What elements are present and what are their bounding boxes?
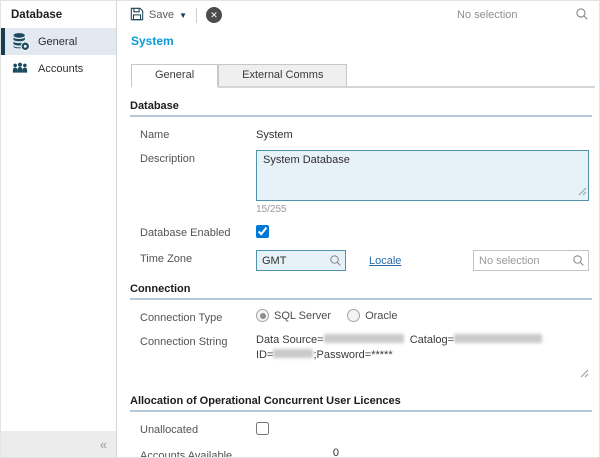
tab-external-comms[interactable]: External Comms [218,64,347,86]
radio-unselected-icon [347,309,360,322]
database-enabled-label: Database Enabled [130,224,256,239]
search-icon[interactable] [575,7,589,24]
section-heading: Database [130,100,592,117]
search-icon[interactable] [329,254,342,270]
toolbar-separator [196,8,197,23]
database-gear-icon [9,32,31,52]
unallocated-checkbox[interactable] [256,422,269,435]
save-label: Save [149,9,174,21]
field-row-unallocated: Unallocated [130,421,592,438]
sidebar-item-label: Accounts [38,63,83,75]
tabs: General External Comms [131,64,595,88]
field-row-accounts-available: Accounts Available 0 [130,447,592,458]
connection-string-line1: Data Source= Catalog= [256,333,589,348]
name-value: System [256,126,589,141]
toolbar: Save ▼ ✕ No selection [118,1,599,27]
toolbar-selection-field[interactable]: No selection [457,7,589,24]
description-label: Description [130,150,256,165]
description-value-area: System Database 15/255 [256,150,589,215]
field-row-connection-string: Connection String Data Source= Catalog= … [130,333,592,383]
connection-string-value: Data Source= Catalog= ID=;Password=***** [256,333,589,383]
connection-string-label: Connection String [130,333,256,348]
radio-option-oracle: Oracle [347,309,397,322]
main-panel: Save ▼ ✕ No selection System General Ext… [118,1,599,457]
page-title: System [131,34,599,48]
save-icon [130,7,144,24]
field-row-description: Description System Database 15/255 [130,150,592,215]
field-row-connection-type: Connection Type SQL Server Oracle [130,309,592,324]
app-window: Database General [0,0,600,458]
unallocated-label: Unallocated [130,421,256,436]
form-content: Database Name System Description System … [118,100,599,458]
section-database: Database Name System Description System … [130,100,592,271]
redacted-text [454,334,542,343]
redacted-text [273,349,313,358]
connection-string-line2: ID=;Password=***** [256,348,589,363]
connection-type-label: Connection Type [130,309,256,324]
accounts-available-value: 0 [256,447,343,458]
char-counter: 15/255 [256,204,589,215]
sidebar-footer: « [1,431,116,457]
section-heading: Connection [130,283,592,300]
save-button[interactable]: Save [130,7,174,24]
field-row-database-enabled: Database Enabled [130,224,592,241]
sidebar-item-general[interactable]: General [1,28,116,55]
accounts-available-label: Accounts Available [130,447,256,458]
section-allocation: Allocation of Operational Concurrent Use… [130,395,592,458]
tab-label: General [155,69,194,81]
save-dropdown-arrow-icon[interactable]: ▼ [179,11,187,20]
tab-general[interactable]: General [131,64,218,88]
close-icon: ✕ [210,11,218,20]
radio-selected-icon [256,309,269,322]
section-heading: Allocation of Operational Concurrent Use… [130,395,592,412]
timezone-label: Time Zone [130,250,256,265]
sidebar-item-label: General [38,36,77,48]
sidebar: Database General [1,1,117,457]
collapse-sidebar-icon[interactable]: « [100,437,107,452]
toolbar-no-selection-text: No selection [457,9,518,21]
field-row-name: Name System [130,126,592,141]
sidebar-item-accounts[interactable]: Accounts [1,55,116,82]
sidebar-header: Database [1,1,116,28]
resize-handle-icon[interactable] [580,368,589,383]
radio-label: SQL Server [274,310,331,322]
redacted-text [324,334,404,343]
radio-option-sql-server: SQL Server [256,309,331,322]
section-connection: Connection Connection Type SQL Server Or… [130,283,592,383]
locale-link[interactable]: Locale [369,255,401,267]
people-icon [9,59,31,79]
search-icon[interactable] [572,254,585,270]
radio-label: Oracle [365,310,397,322]
name-label: Name [130,126,256,141]
close-button[interactable]: ✕ [206,7,222,23]
database-enabled-checkbox[interactable] [256,225,269,238]
field-row-timezone: Time Zone Locale [130,250,592,271]
tab-label: External Comms [242,69,323,81]
description-textarea[interactable]: System Database [256,150,589,201]
